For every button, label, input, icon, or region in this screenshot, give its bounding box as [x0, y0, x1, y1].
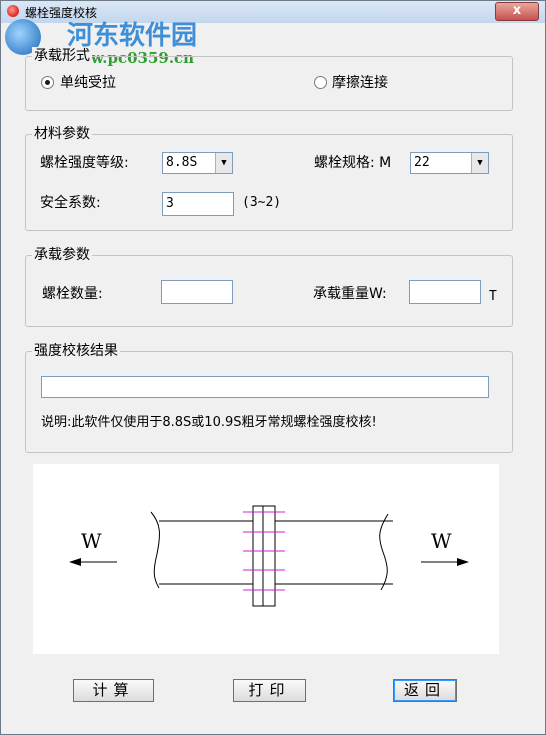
weight-input[interactable] [409, 280, 481, 304]
result-output[interactable] [41, 376, 489, 398]
grade-select[interactable]: 8.8S ▼ [162, 152, 233, 174]
material-legend: 材料参数 [32, 125, 92, 143]
load-form-legend: 承载形式 [32, 47, 92, 65]
material-group: 材料参数 螺栓强度等级: 8.8S ▼ 螺栓规格: M 22 ▼ 安全系数: 3… [25, 125, 513, 231]
count-label: 螺栓数量: [42, 286, 103, 302]
load-params-legend: 承载参数 [32, 246, 92, 264]
radio-friction-label[interactable]: 摩擦连接 [332, 73, 388, 93]
calculate-button[interactable]: 计算 [73, 679, 154, 702]
radio-tension-only[interactable] [41, 76, 54, 89]
chevron-down-icon[interactable]: ▼ [215, 153, 232, 173]
bolt-diagram: W W [33, 464, 499, 654]
chevron-down-icon[interactable]: ▼ [471, 153, 488, 173]
close-button[interactable]: x [495, 2, 539, 21]
load-label-right: W [431, 529, 452, 553]
load-params-group: 承载参数 螺栓数量: 承载重量W: T [25, 246, 513, 327]
weight-unit: T [489, 289, 497, 304]
app-icon [7, 5, 19, 17]
safety-hint: (3~2) [242, 195, 282, 210]
weight-label: 承载重量W: [313, 286, 387, 302]
load-label-left: W [81, 529, 102, 553]
spec-select[interactable]: 22 ▼ [410, 152, 489, 174]
result-legend: 强度校核结果 [32, 342, 120, 360]
back-button[interactable]: 返回 [393, 679, 457, 702]
grade-label: 螺栓强度等级: [40, 155, 129, 171]
main-window: 螺栓强度校核 x 河东软件园 www.pc0359.cn 承载形式 单纯受拉 摩… [0, 0, 546, 735]
radio-friction[interactable] [314, 76, 327, 89]
result-group: 强度校核结果 说明:此软件仅使用于8.8S或10.9S粗牙常规螺栓强度校核! [25, 342, 513, 453]
radio-tension-only-label[interactable]: 单纯受拉 [60, 73, 116, 93]
safety-label: 安全系数: [40, 195, 101, 211]
grade-select-value: 8.8S [166, 155, 198, 170]
spec-select-value: 22 [414, 155, 430, 170]
spec-label: 螺栓规格: M [314, 155, 392, 171]
result-note: 说明:此软件仅使用于8.8S或10.9S粗牙常规螺栓强度校核! [41, 415, 377, 430]
count-input[interactable] [161, 280, 233, 304]
bolt-diagram-figure: W W [69, 505, 469, 607]
load-form-group: 承载形式 单纯受拉 摩擦连接 [25, 47, 513, 111]
print-button[interactable]: 打印 [233, 679, 306, 702]
safety-input[interactable]: 3 [162, 192, 234, 216]
